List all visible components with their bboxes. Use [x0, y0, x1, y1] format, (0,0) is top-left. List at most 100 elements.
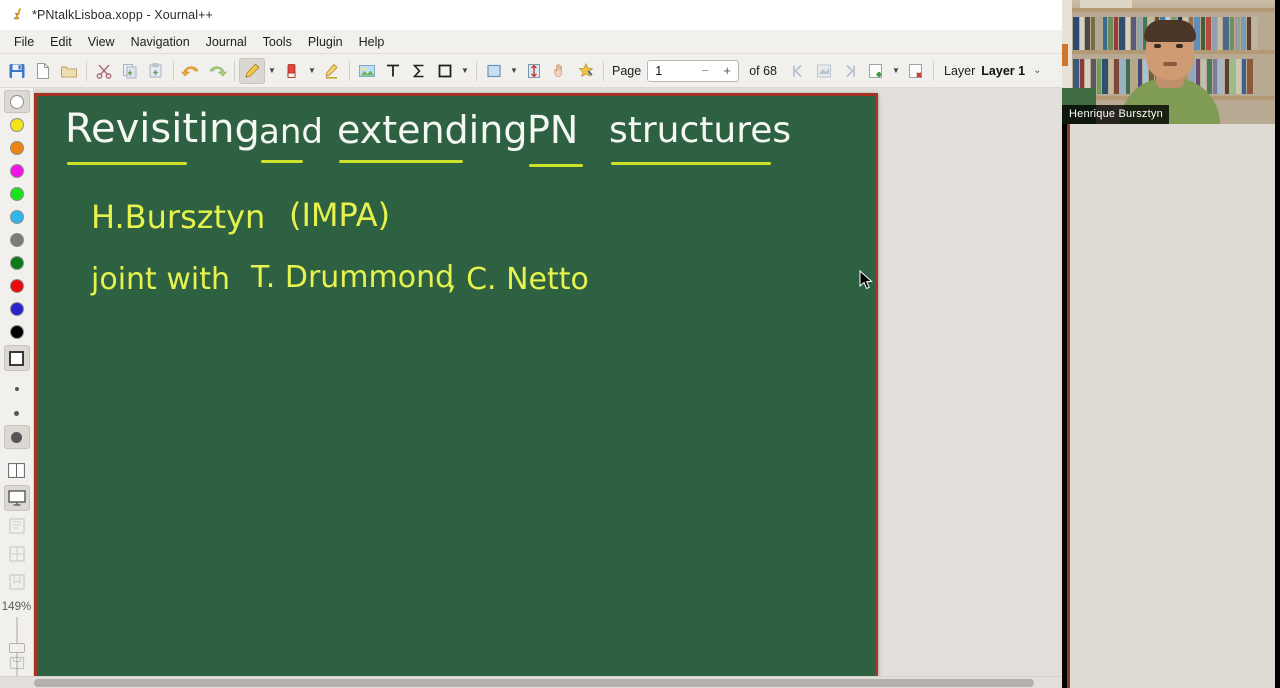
swatch-green-icon [10, 187, 24, 201]
ink-word-extending: extending [337, 108, 527, 152]
folder-icon [60, 62, 78, 80]
hand-tool-button[interactable] [547, 58, 573, 84]
page-back-icon [815, 62, 833, 80]
delete-page-button[interactable] [903, 58, 929, 84]
text-icon [384, 62, 402, 80]
color-swatch-blue[interactable] [4, 297, 30, 320]
insert-image-button[interactable] [354, 58, 380, 84]
pen-tool-button[interactable] [239, 58, 265, 84]
participant-hair [1144, 20, 1196, 42]
pen-icon [243, 62, 261, 80]
vertical-space-button[interactable] [521, 58, 547, 84]
thickness-medium-button[interactable] [4, 401, 30, 425]
add-page-icon [867, 62, 885, 80]
highlighter-tool-button[interactable] [319, 58, 345, 84]
sidebar-extra-button-2[interactable] [4, 541, 30, 567]
last-page-button[interactable] [837, 58, 863, 84]
shape-recognizer-button[interactable] [432, 58, 458, 84]
menu-journal[interactable]: Journal [198, 33, 255, 51]
fill-tool-button[interactable] [573, 58, 599, 84]
right-panel: Henrique Bursztyn [1062, 0, 1280, 688]
sidebar-extra-button-3[interactable] [4, 569, 30, 595]
page-label: Page [612, 64, 641, 78]
redo-button[interactable] [204, 58, 230, 84]
canvas-scroll-area[interactable]: Revisiting and extending PN structures H… [34, 88, 1062, 676]
menu-file[interactable]: File [6, 33, 42, 51]
workspace: 149% Revisiting [0, 88, 1062, 676]
video-participant-tile[interactable]: Henrique Bursztyn [1062, 0, 1275, 124]
ink-word-and: and [259, 112, 323, 152]
text-tool-button[interactable] [380, 58, 406, 84]
add-page-dropdown[interactable]: ▼ [889, 58, 903, 84]
color-swatch-yellow[interactable] [4, 113, 30, 136]
window-titlebar: x *PNtalkLisboa.xopp - Xournal++ [0, 0, 1062, 30]
sidebar-extra-button-1[interactable] [4, 513, 30, 539]
color-swatch-darkgreen[interactable] [4, 251, 30, 274]
zoom-level-label: 149% [2, 601, 31, 613]
color-swatch-gray[interactable] [4, 228, 30, 251]
menu-view[interactable]: View [80, 33, 123, 51]
first-page-button[interactable] [785, 58, 811, 84]
copy-button[interactable] [117, 58, 143, 84]
color-swatch-black[interactable] [4, 320, 30, 343]
page-number-input[interactable]: 1 − + [647, 60, 739, 82]
color-swatch-green[interactable] [4, 182, 30, 205]
color-swatch-orange[interactable] [4, 136, 30, 159]
menu-navigation[interactable]: Navigation [123, 33, 198, 51]
pen-options-dropdown[interactable]: ▼ [265, 58, 279, 84]
dual-page-view-button[interactable] [4, 457, 30, 483]
menu-help[interactable]: Help [351, 33, 393, 51]
latex-tool-button[interactable] [406, 58, 432, 84]
page-decrement-button[interactable]: − [694, 63, 716, 78]
ink-word-author: H.Bursztyn [91, 198, 265, 236]
participant-eye-left [1154, 44, 1161, 48]
paste-button[interactable] [143, 58, 169, 84]
undo-button[interactable] [178, 58, 204, 84]
delete-page-icon [907, 62, 925, 80]
shape-options-dropdown[interactable]: ▼ [458, 58, 472, 84]
add-page-button[interactable] [863, 58, 889, 84]
swatch-orange-icon [10, 141, 24, 155]
ink-word-joint-with: joint with [91, 262, 230, 297]
sigma-icon [410, 62, 428, 80]
thickness-fine-button[interactable] [4, 377, 30, 401]
menu-plugin[interactable]: Plugin [300, 33, 351, 51]
menu-edit[interactable]: Edit [42, 33, 80, 51]
notebook-page[interactable]: Revisiting and extending PN structures H… [34, 93, 878, 676]
custom-color-icon [9, 351, 24, 366]
new-document-button[interactable] [30, 58, 56, 84]
swatch-magenta-icon [10, 164, 24, 178]
select-rectangle-button[interactable] [481, 58, 507, 84]
horizontal-scrollbar[interactable] [0, 676, 1062, 688]
thickness-thick-button[interactable] [4, 425, 30, 449]
participant-name-label: Henrique Bursztyn [1062, 105, 1169, 124]
horizontal-scrollbar-thumb[interactable] [34, 679, 1034, 687]
save-button[interactable] [4, 58, 30, 84]
participant-mouth [1163, 62, 1177, 66]
save-icon [8, 62, 26, 80]
color-swatch-magenta[interactable] [4, 159, 30, 182]
underline-structures [611, 162, 771, 165]
save-preview-icon [9, 655, 25, 671]
color-swatch-red[interactable] [4, 274, 30, 297]
eraser-tool-button[interactable] [279, 58, 305, 84]
open-file-button[interactable] [56, 58, 82, 84]
first-page-icon [789, 62, 807, 80]
main-toolbar: ▼ ▼ [0, 54, 1062, 88]
cut-button[interactable] [91, 58, 117, 84]
select-options-dropdown[interactable]: ▼ [507, 58, 521, 84]
image-icon [358, 62, 376, 80]
color-swatch-white[interactable] [4, 90, 30, 113]
menu-tools[interactable]: Tools [255, 33, 300, 51]
page-increment-button[interactable]: + [716, 63, 738, 78]
zoom-slider[interactable] [4, 617, 30, 640]
select-rectangle-icon [485, 62, 503, 80]
custom-color-picker[interactable] [4, 345, 30, 371]
color-swatch-skyblue[interactable] [4, 205, 30, 228]
eraser-options-dropdown[interactable]: ▼ [305, 58, 319, 84]
previous-page-button[interactable] [811, 58, 837, 84]
redo-arrow-icon [207, 62, 227, 80]
presentation-mode-button[interactable] [4, 485, 30, 511]
zoom-slider-knob[interactable] [9, 643, 25, 653]
layer-dropdown-caret[interactable]: ⌄ [1033, 65, 1041, 76]
